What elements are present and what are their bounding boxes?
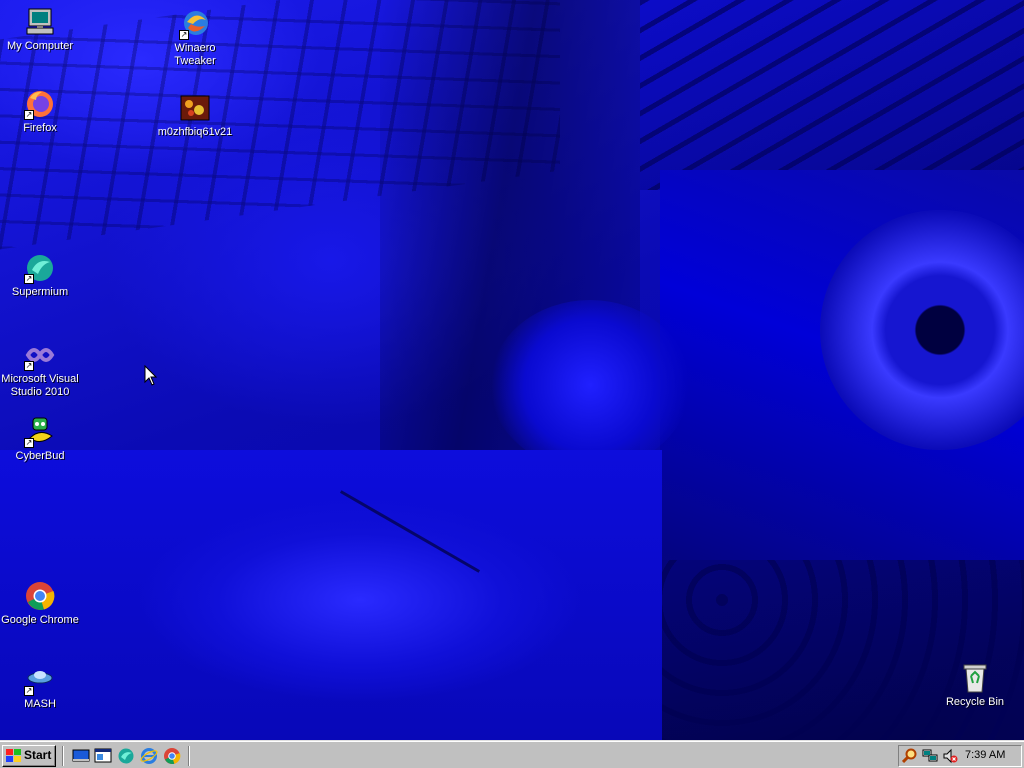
image-file-icon (179, 92, 211, 124)
firefox-icon: ↗ (24, 88, 56, 120)
taskbar-separator (62, 746, 64, 766)
desktop-icon-google-chrome[interactable]: Google Chrome (0, 580, 80, 627)
desktop-icon-m0zhfbiq61v21[interactable]: m0zhfbiq61v21 (155, 92, 235, 139)
desktop-icon-visual-studio-2010[interactable]: ↗ Microsoft Visual Studio 2010 (0, 339, 80, 399)
wallpaper-mouse-graphic (0, 450, 662, 740)
chrome-icon (24, 580, 56, 612)
desktop-icon-recycle-bin[interactable]: Recycle Bin (935, 662, 1015, 709)
show-desktop-icon[interactable] (72, 747, 90, 765)
icon-label: Recycle Bin (945, 696, 1005, 708)
taskbar: Start 7:39 AM (0, 740, 1024, 768)
desktop-icon-my-computer[interactable]: My Computer (0, 6, 80, 53)
mash-icon: ↗ (24, 664, 56, 696)
search-icon[interactable] (901, 748, 918, 764)
cyberbud-icon: ↗ (24, 416, 56, 448)
winaero-tweaker-icon: ↗ (179, 8, 211, 40)
shortcut-arrow-icon: ↗ (24, 438, 34, 448)
shortcut-arrow-icon: ↗ (24, 274, 34, 284)
icon-label: Winaero Tweaker (174, 42, 216, 67)
recycle-bin-icon (959, 662, 991, 694)
system-tray: 7:39 AM (898, 745, 1022, 767)
wallpaper-cd-glow (490, 300, 690, 470)
icon-label: m0zhfbiq61v21 (157, 126, 233, 138)
explorer-window-icon[interactable] (94, 747, 112, 765)
icon-label: CyberBud (15, 450, 65, 462)
volume-muted-icon[interactable] (942, 748, 958, 764)
network-icon[interactable] (922, 748, 938, 764)
my-computer-icon (24, 6, 56, 38)
icon-label: MASH (24, 698, 56, 710)
start-label: Start (24, 748, 52, 762)
icon-label: Microsoft Visual Studio 2010 (1, 373, 79, 398)
shortcut-arrow-icon: ↗ (24, 686, 34, 696)
start-button[interactable]: Start (2, 745, 56, 767)
windows-logo-icon (6, 749, 21, 762)
shortcut-arrow-icon: ↗ (24, 361, 34, 371)
desktop-icon-supermium[interactable]: ↗ Supermium (0, 252, 80, 299)
taskbar-separator (188, 746, 190, 766)
icon-label: Supermium (11, 286, 69, 298)
shortcut-arrow-icon: ↗ (179, 30, 189, 40)
icon-label: Google Chrome (1, 614, 79, 626)
wallpaper-board-graphic (662, 560, 1024, 740)
taskbar-clock[interactable]: 7:39 AM (965, 749, 1005, 761)
icon-label: Firefox (23, 122, 57, 134)
desktop-icon-winaero-tweaker[interactable]: ↗ Winaero Tweaker (155, 8, 235, 68)
shortcut-arrow-icon: ↗ (24, 110, 34, 120)
chrome-icon[interactable] (163, 747, 181, 765)
desktop-icon-mash[interactable]: ↗ MASH (0, 664, 80, 711)
internet-explorer-icon[interactable] (140, 747, 158, 765)
icon-label: My Computer (6, 40, 74, 52)
desktop-icon-firefox[interactable]: ↗ Firefox (0, 88, 80, 135)
desktop-icon-cyberbud[interactable]: ↗ CyberBud (0, 416, 80, 463)
supermium-icon: ↗ (24, 252, 56, 284)
mouse-pointer-icon (144, 364, 158, 387)
supermium-icon[interactable] (117, 747, 135, 765)
visual-studio-icon: ↗ (24, 339, 56, 371)
wallpaper-circuit-graphic (640, 0, 1024, 190)
